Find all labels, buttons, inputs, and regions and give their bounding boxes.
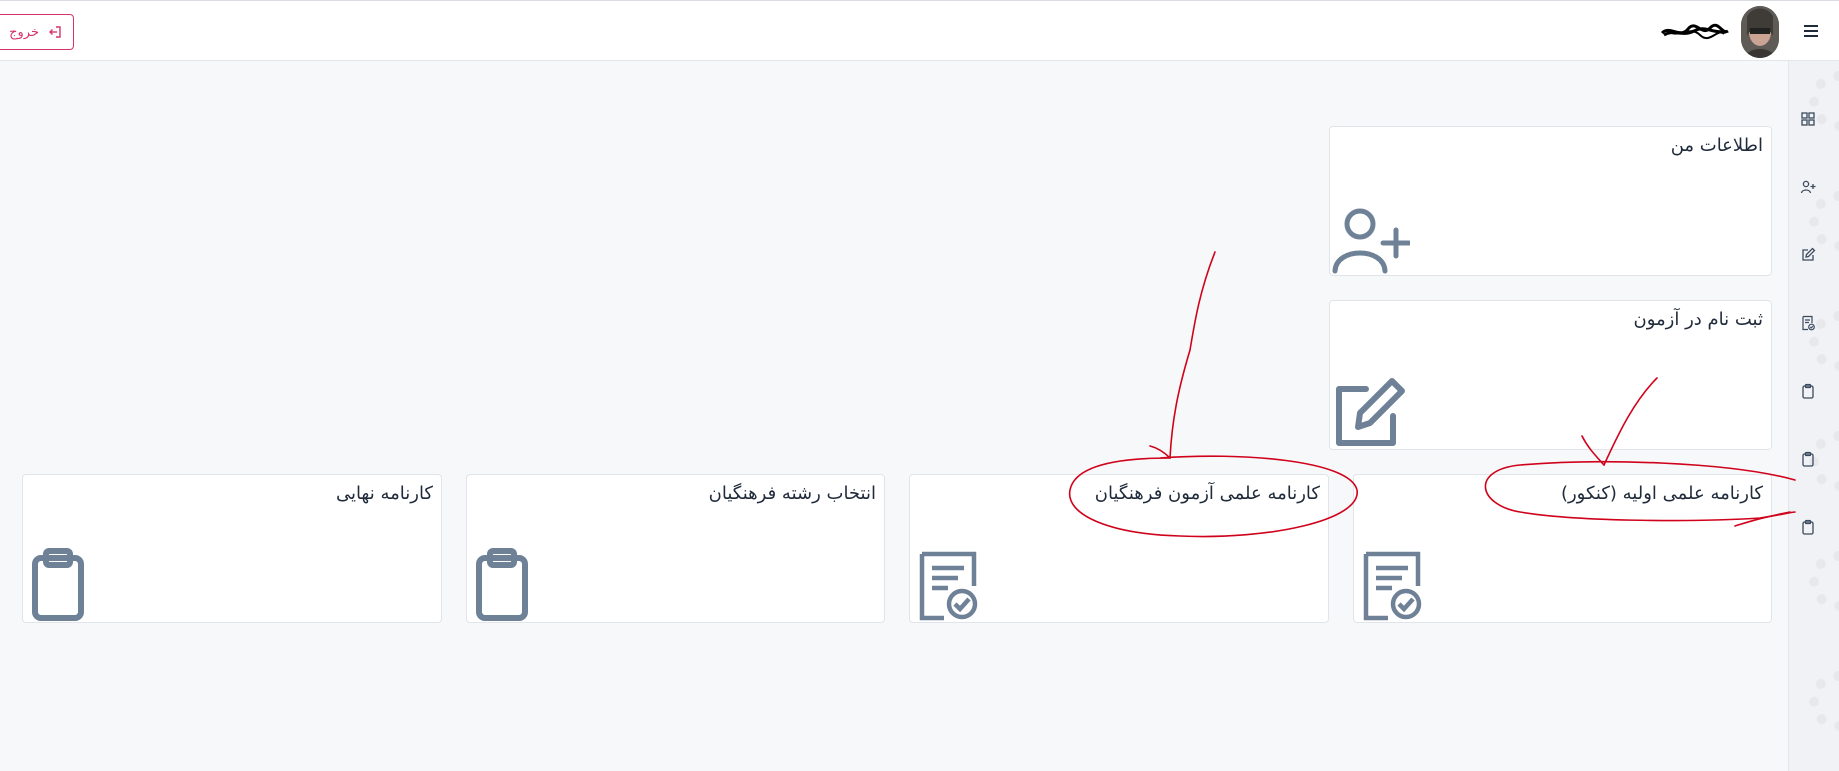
clipboard-icon [1802,451,1814,467]
card-title: اطلاعات من [1670,135,1763,156]
card-title: کارنامه نهایی [335,483,433,504]
card-title: ثبت نام در آزمون [1633,309,1763,330]
sidebar-item-initial-report[interactable] [1799,314,1817,332]
clipboard-icon [32,548,84,621]
card-final-report[interactable]: کارنامه نهایی [22,474,442,623]
sidebar-item-farhangian-report[interactable] [1799,382,1817,400]
card-exam-registration[interactable]: ثبت نام در آزمون [1329,300,1772,450]
sidebar-item-final-report[interactable] [1799,518,1817,536]
clipboard-icon [1802,383,1814,399]
edit-icon [1802,247,1816,261]
logout-button[interactable]: خروج [0,14,74,50]
dashboard-grid-icon [1801,112,1815,126]
card-farhangian-field-selection[interactable]: انتخاب رشته فرهنگیان [466,474,885,623]
logout-icon [49,26,61,38]
card-my-info[interactable]: اطلاعات من [1329,126,1772,276]
sidebar-item-field-selection[interactable] [1799,450,1817,468]
edit-icon [1336,378,1405,446]
hamburger-menu-icon[interactable] [1802,22,1820,40]
clipboard-icon [1802,519,1814,535]
top-bar: خروج [0,0,1839,61]
sidebar-item-registration[interactable] [1799,246,1817,264]
card-title: کارنامه علمی اولیه (کنکور) [1560,483,1763,504]
report-check-icon [1363,551,1422,621]
logout-label: خروج [9,24,39,40]
card-title: انتخاب رشته فرهنگیان [708,483,876,504]
annotation-arrow [1169,251,1216,459]
report-check-icon [919,551,978,621]
user-plus-icon [1332,208,1410,274]
card-farhangian-report[interactable]: کارنامه علمی آزمون فرهنگیان [909,474,1329,623]
sidebar-item-my-info[interactable] [1799,178,1817,196]
decorative-pattern [1809,191,1839,251]
annotation-arrowhead [1149,445,1171,459]
redacted-username [1660,23,1729,40]
sidebar [1788,61,1839,771]
sidebar-item-dashboard[interactable] [1799,110,1817,128]
user-avatar[interactable] [1741,6,1779,58]
decorative-pattern [1809,671,1839,731]
report-check-icon [1802,315,1815,331]
clipboard-icon [476,548,528,621]
user-plus-icon [1800,180,1816,194]
card-title: کارنامه علمی آزمون فرهنگیان [1094,483,1320,504]
card-initial-report-konkur[interactable]: کارنامه علمی اولیه (کنکور) [1353,474,1772,623]
decorative-pattern [1809,551,1839,611]
